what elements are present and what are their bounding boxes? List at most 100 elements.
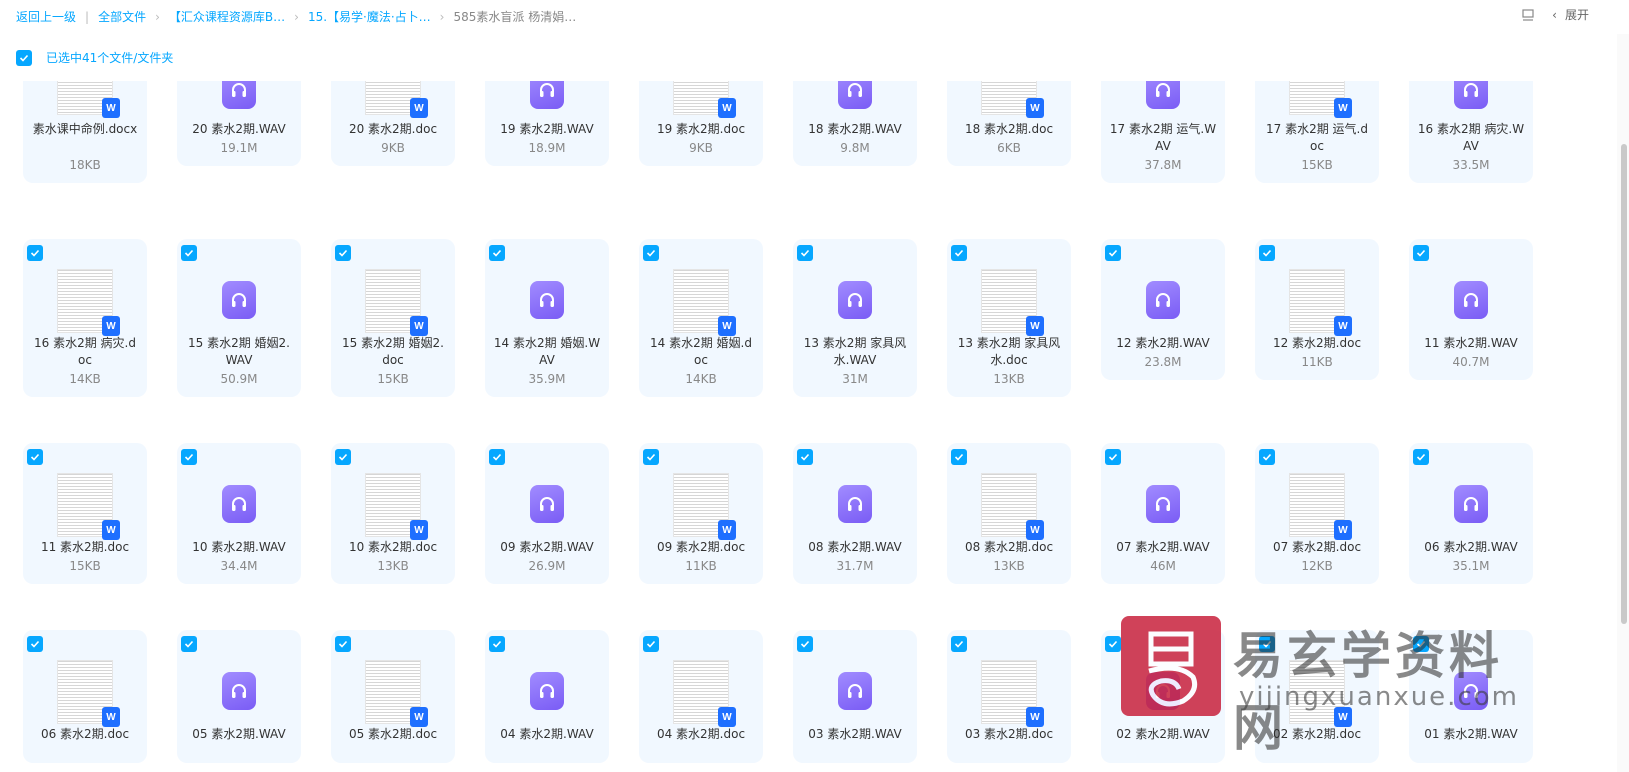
file-checkbox[interactable] xyxy=(797,636,813,652)
file-size: 12KB xyxy=(1301,559,1333,573)
file-checkbox[interactable] xyxy=(643,449,659,465)
doc-file-card[interactable]: W 14 素水2期 婚姻.doc 14KB xyxy=(639,239,763,397)
doc-file-card[interactable]: W 10 素水2期.doc 13KB xyxy=(331,443,455,584)
back-link[interactable]: 返回上一级 xyxy=(16,8,76,25)
file-checkbox[interactable] xyxy=(27,449,43,465)
doc-file-card[interactable]: W 20 素水2期.doc 9KB xyxy=(331,81,455,166)
file-checkbox[interactable] xyxy=(27,636,43,652)
breadcrumb-item-all-files[interactable]: 全部文件 xyxy=(98,8,146,25)
audio-file-card[interactable]: 12 素水2期.WAV 23.8M xyxy=(1101,239,1225,380)
file-checkbox[interactable] xyxy=(1105,449,1121,465)
doc-file-card[interactable]: W 12 素水2期.doc 11KB xyxy=(1255,239,1379,380)
word-doc-icon: W xyxy=(365,660,428,727)
word-doc-icon: W xyxy=(57,473,120,540)
doc-file-card[interactable]: W 18 素水2期.doc 6KB xyxy=(947,81,1071,166)
audio-file-card[interactable]: 17 素水2期 运气.WAV 37.8M xyxy=(1101,81,1225,183)
audio-file-icon xyxy=(1454,672,1488,710)
file-checkbox[interactable] xyxy=(489,636,505,652)
audio-file-card[interactable]: 02 素水2期.WAV xyxy=(1101,630,1225,763)
word-badge-icon: W xyxy=(1334,316,1352,336)
file-size: 35.9M xyxy=(528,372,566,386)
audio-file-card[interactable]: 16 素水2期 病灾.WAV 33.5M xyxy=(1409,81,1533,183)
file-grid: W 素水课中命例.docx 18KB 20 素水2期.WAV 19.1M W 20 素水2期… xyxy=(0,81,1610,772)
doc-file-card[interactable]: W 08 素水2期.doc 13KB xyxy=(947,443,1071,584)
doc-file-card[interactable]: W 13 素水2期 家具风水.doc 13KB xyxy=(947,239,1071,397)
file-name: 10 素水2期.doc xyxy=(348,540,438,554)
doc-file-card[interactable]: W 05 素水2期.doc xyxy=(331,630,455,763)
file-checkbox[interactable] xyxy=(951,636,967,652)
chevron-right-icon: › xyxy=(439,9,445,24)
audio-file-card[interactable]: 13 素水2期 家具风水.WAV 31M xyxy=(793,239,917,397)
file-checkbox[interactable] xyxy=(335,636,351,652)
file-checkbox[interactable] xyxy=(181,245,197,261)
file-checkbox[interactable] xyxy=(1413,636,1429,652)
doc-file-card[interactable]: W 06 素水2期.doc xyxy=(23,630,147,763)
audio-file-card[interactable]: 10 素水2期.WAV 34.4M xyxy=(177,443,301,584)
file-checkbox[interactable] xyxy=(1259,636,1275,652)
file-checkbox[interactable] xyxy=(1105,245,1121,261)
doc-file-card[interactable]: W 素水课中命例.docx 18KB xyxy=(23,81,147,183)
file-checkbox[interactable] xyxy=(951,449,967,465)
doc-file-card[interactable]: W 15 素水2期 婚姻2.doc 15KB xyxy=(331,239,455,397)
file-checkbox[interactable] xyxy=(643,245,659,261)
file-size: 13KB xyxy=(993,372,1025,386)
list-view-icon[interactable] xyxy=(1520,7,1536,23)
file-checkbox[interactable] xyxy=(27,245,43,261)
breadcrumb-item-resource-library[interactable]: 【汇众课程资源库B… xyxy=(169,8,285,25)
doc-file-card[interactable]: W 19 素水2期.doc 9KB xyxy=(639,81,763,166)
file-checkbox[interactable] xyxy=(335,449,351,465)
select-all-checkbox[interactable] xyxy=(16,49,32,66)
file-checkbox[interactable] xyxy=(643,636,659,652)
file-checkbox[interactable] xyxy=(1413,449,1429,465)
audio-file-icon xyxy=(1454,281,1488,319)
audio-file-card[interactable]: 04 素水2期.WAV xyxy=(485,630,609,763)
word-badge-icon: W xyxy=(1026,98,1044,118)
audio-file-card[interactable]: 03 素水2期.WAV xyxy=(793,630,917,763)
audio-file-card[interactable]: 11 素水2期.WAV 40.7M xyxy=(1409,239,1533,380)
doc-file-card[interactable]: W 07 素水2期.doc 12KB xyxy=(1255,443,1379,584)
file-size: 18KB xyxy=(69,158,101,172)
doc-file-card[interactable]: W 11 素水2期.doc 15KB xyxy=(23,443,147,584)
audio-file-card[interactable]: 18 素水2期.WAV 9.8M xyxy=(793,81,917,166)
file-checkbox[interactable] xyxy=(1413,245,1429,261)
doc-file-card[interactable]: W 02 素水2期.doc xyxy=(1255,630,1379,763)
file-checkbox[interactable] xyxy=(181,636,197,652)
doc-file-card[interactable]: W 16 素水2期 病灾.doc 14KB xyxy=(23,239,147,397)
file-checkbox[interactable] xyxy=(1259,449,1275,465)
doc-file-card[interactable]: W 03 素水2期.doc xyxy=(947,630,1071,763)
audio-file-card[interactable]: 05 素水2期.WAV xyxy=(177,630,301,763)
audio-file-card[interactable]: 09 素水2期.WAV 26.9M xyxy=(485,443,609,584)
expand-button[interactable]: ‹ 展开 xyxy=(1552,6,1589,23)
audio-file-icon xyxy=(1146,672,1180,710)
file-checkbox[interactable] xyxy=(1259,245,1275,261)
file-checkbox[interactable] xyxy=(489,449,505,465)
file-checkbox[interactable] xyxy=(951,245,967,261)
scrollbar-thumb[interactable] xyxy=(1621,144,1627,624)
scrollbar-track[interactable] xyxy=(1617,34,1629,772)
audio-file-card[interactable]: 15 素水2期 婚姻2.WAV 50.9M xyxy=(177,239,301,397)
audio-file-card[interactable]: 07 素水2期.WAV 46M xyxy=(1101,443,1225,584)
file-name: 10 素水2期.WAV xyxy=(192,540,286,554)
file-name: 12 素水2期.WAV xyxy=(1116,336,1210,350)
file-checkbox[interactable] xyxy=(489,245,505,261)
file-checkbox[interactable] xyxy=(335,245,351,261)
file-checkbox[interactable] xyxy=(797,449,813,465)
breadcrumb-item-category[interactable]: 15.【易学·魔法·占卜… xyxy=(308,8,431,25)
word-badge-icon: W xyxy=(410,707,428,727)
audio-file-card[interactable]: 14 素水2期 婚姻.WAV 35.9M xyxy=(485,239,609,397)
word-badge-icon: W xyxy=(410,316,428,336)
audio-file-card[interactable]: 19 素水2期.WAV 18.9M xyxy=(485,81,609,166)
audio-file-card[interactable]: 06 素水2期.WAV 35.1M xyxy=(1409,443,1533,584)
audio-file-card[interactable]: 08 素水2期.WAV 31.7M xyxy=(793,443,917,584)
doc-file-card[interactable]: W 09 素水2期.doc 11KB xyxy=(639,443,763,584)
file-name: 11 素水2期.doc xyxy=(40,540,130,554)
file-checkbox[interactable] xyxy=(181,449,197,465)
file-checkbox[interactable] xyxy=(797,245,813,261)
file-name: 16 素水2期 病灾.WAV xyxy=(1417,122,1525,153)
audio-file-card[interactable]: 01 素水2期.WAV xyxy=(1409,630,1533,763)
doc-file-card[interactable]: W 17 素水2期 运气.doc 15KB xyxy=(1255,81,1379,183)
doc-file-card[interactable]: W 04 素水2期.doc xyxy=(639,630,763,763)
file-checkbox[interactable] xyxy=(1105,636,1121,652)
word-doc-icon: W xyxy=(1289,660,1352,727)
audio-file-card[interactable]: 20 素水2期.WAV 19.1M xyxy=(177,81,301,166)
